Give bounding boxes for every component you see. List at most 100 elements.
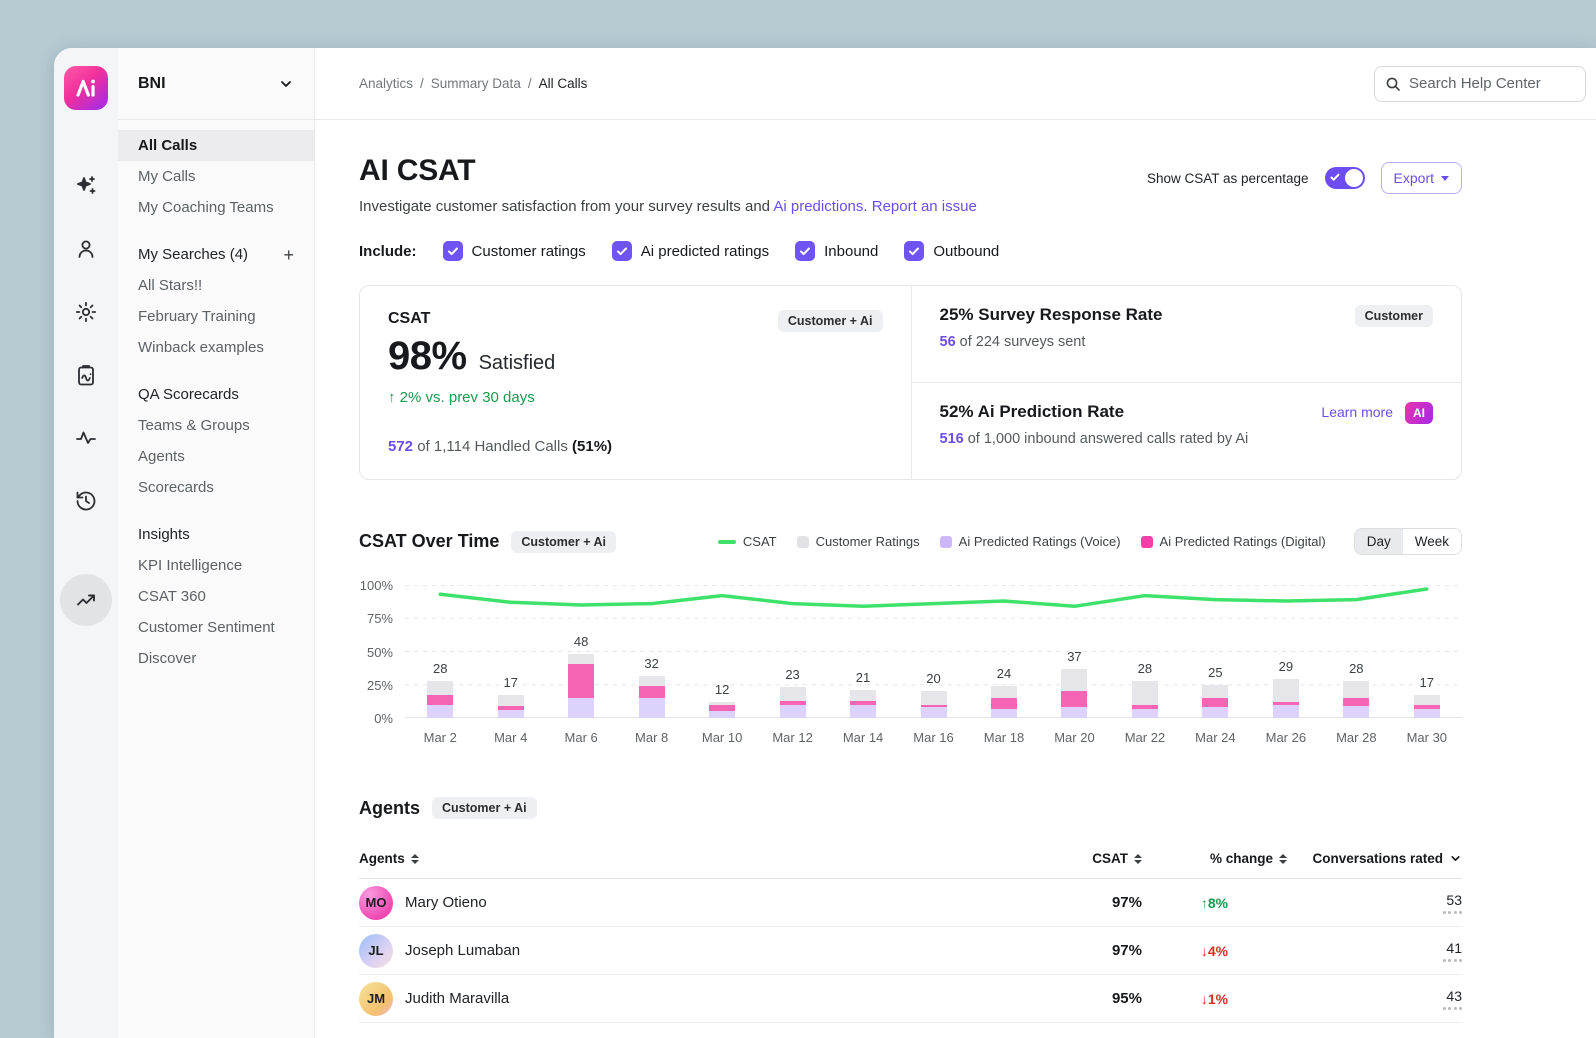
chart-bar[interactable]: 25 <box>1202 685 1228 718</box>
column-header-conversations-rated[interactable]: Conversations rated <box>1287 851 1462 866</box>
nav-item-agents[interactable]: Agents <box>118 441 314 472</box>
nav-section-label: Insights <box>138 526 190 543</box>
nav-item-all-calls[interactable]: All Calls <box>118 130 314 161</box>
nav-section-my-searches[interactable]: My Searches (4) + <box>118 239 314 270</box>
y-axis-label: 50% <box>367 645 393 660</box>
bar-value-label: 12 <box>715 682 729 697</box>
workspace-selector[interactable]: BNI <box>118 48 314 120</box>
handled-calls-link[interactable]: 572 <box>388 438 413 455</box>
csat-chart-plot: 28 17 48 32 12 23 21 20 24 37 28 25 29 28 17 <box>405 585 1462 718</box>
analytics-trend-icon[interactable] <box>60 574 112 626</box>
nav-section-insights[interactable]: Insights <box>118 519 314 550</box>
agent-rated: 53 <box>1287 892 1462 914</box>
nav-item-all-stars[interactable]: All Stars!! <box>118 270 314 301</box>
chart-bar[interactable]: 23 <box>780 687 806 718</box>
chart-bar[interactable]: 28 <box>1343 681 1369 718</box>
chart-bar[interactable]: 37 <box>1061 669 1087 718</box>
column-header-change[interactable]: % change <box>1142 851 1287 866</box>
checkbox-checked-icon[interactable] <box>612 241 632 261</box>
nav-item-scorecards[interactable]: Scorecards <box>118 472 314 503</box>
column-header-csat[interactable]: CSAT <box>1032 851 1142 866</box>
day-segment[interactable]: Day <box>1355 529 1403 554</box>
nav-item-teams-groups[interactable]: Teams & Groups <box>118 410 314 441</box>
add-search-button[interactable]: + <box>283 248 294 262</box>
breadcrumb-separator: / <box>528 76 532 91</box>
chart-bar[interactable]: 12 <box>709 702 735 718</box>
report-issue-link[interactable]: Report an issue <box>872 198 977 215</box>
chart-bar[interactable]: 20 <box>921 691 947 718</box>
column-header-agents[interactable]: Agents <box>359 851 1032 866</box>
search-input[interactable] <box>1409 75 1575 92</box>
filter-inbound[interactable]: Inbound <box>795 241 878 261</box>
csat-chart: 100%75%50%25%0% 2817483212232120 <box>359 585 1462 745</box>
learn-more-link[interactable]: Learn more <box>1321 404 1393 420</box>
ai-prediction-title: 52% Ai Prediction Rate <box>940 402 1249 422</box>
agent-name: Judith Maravilla <box>405 990 509 1007</box>
breadcrumb: Analytics / Summary Data / All Calls <box>359 76 587 91</box>
user-profile-icon[interactable] <box>74 237 98 261</box>
chart-bar[interactable]: 21 <box>850 690 876 718</box>
chart-bar[interactable]: 17 <box>1414 695 1440 718</box>
rated-by-ai-link[interactable]: 516 <box>940 431 964 447</box>
bar-segment <box>639 686 665 698</box>
chart-bar[interactable]: 24 <box>991 686 1017 718</box>
nav-item-kpi-intelligence[interactable]: KPI Intelligence <box>118 550 314 581</box>
chart-title: CSAT Over Time <box>359 531 499 552</box>
agent-change: ↑8% <box>1142 895 1287 911</box>
history-icon[interactable] <box>74 489 98 513</box>
chart-bar[interactable]: 29 <box>1273 679 1299 718</box>
rated-count: 41 <box>1446 940 1462 956</box>
settings-gear-icon[interactable] <box>74 300 98 324</box>
trend-down-icon: ↓ <box>1201 991 1208 1007</box>
table-row[interactable]: JM Judith Maravilla 95% ↓1% 43 <box>359 975 1462 1023</box>
breadcrumb-analytics[interactable]: Analytics <box>359 76 413 91</box>
nav-item-february-training[interactable]: February Training <box>118 301 314 332</box>
chart-bar[interactable]: 17 <box>498 695 524 718</box>
chart-bar[interactable]: 28 <box>1132 681 1158 718</box>
legend-square-swatch <box>797 536 809 548</box>
filter-outbound[interactable]: Outbound <box>904 241 999 261</box>
bar-segment <box>568 664 594 699</box>
bar-segment <box>709 711 735 718</box>
app-logo[interactable] <box>64 66 108 110</box>
filter-customer-ratings[interactable]: Customer ratings <box>443 241 586 261</box>
bar-segment <box>427 705 453 718</box>
bar-value-label: 32 <box>644 656 658 671</box>
stats-cards: CSAT Customer + Ai 98% Satisfied ↑ 2% vs… <box>359 285 1462 480</box>
customer-badge: Customer <box>1355 305 1433 327</box>
nav-item-discover[interactable]: Discover <box>118 643 314 674</box>
help-search[interactable] <box>1374 66 1586 102</box>
ai-predictions-link[interactable]: Ai predictions <box>773 198 863 215</box>
workspace-name: BNI <box>138 75 166 93</box>
ai-sparkles-icon[interactable] <box>74 174 98 198</box>
checkbox-checked-icon[interactable] <box>904 241 924 261</box>
filter-ai-predicted-ratings[interactable]: Ai predicted ratings <box>612 241 769 261</box>
x-axis-label: Mar 8 <box>616 730 686 745</box>
nav-item-winback-examples[interactable]: Winback examples <box>118 332 314 363</box>
nav-section-qa-scorecards[interactable]: QA Scorecards <box>118 379 314 410</box>
ai-scorecards-icon[interactable] <box>74 363 98 387</box>
table-row[interactable]: JL Joseph Lumaban 97% ↓4% 41 <box>359 927 1462 975</box>
export-button[interactable]: Export <box>1381 162 1462 194</box>
table-row[interactable]: MO Mary Otieno 97% ↑8% 53 <box>359 879 1462 927</box>
week-segment[interactable]: Week <box>1403 529 1461 554</box>
breadcrumb-summary-data[interactable]: Summary Data <box>431 76 521 91</box>
chart-bar[interactable]: 32 <box>639 676 665 718</box>
trend-down-icon: ↓ <box>1201 943 1208 959</box>
chart-bar[interactable]: 48 <box>568 654 594 718</box>
nav-item-my-calls[interactable]: My Calls <box>118 161 314 192</box>
activity-pulse-icon[interactable] <box>74 426 98 450</box>
surveys-link[interactable]: 56 <box>940 334 956 350</box>
bar-segment <box>1202 707 1228 718</box>
checkbox-checked-icon[interactable] <box>795 241 815 261</box>
chart-bar[interactable]: 28 <box>427 681 453 718</box>
nav-item-csat-360[interactable]: CSAT 360 <box>118 581 314 612</box>
nav-item-my-coaching-teams[interactable]: My Coaching Teams <box>118 192 314 223</box>
csat-percentage-toggle[interactable] <box>1325 167 1365 189</box>
bar-segment <box>639 676 665 687</box>
checkbox-checked-icon[interactable] <box>443 241 463 261</box>
bar-segment <box>639 698 665 718</box>
x-axis-label: Mar 30 <box>1392 730 1462 745</box>
rated-count: 43 <box>1446 988 1462 1004</box>
nav-item-customer-sentiment[interactable]: Customer Sentiment <box>118 612 314 643</box>
